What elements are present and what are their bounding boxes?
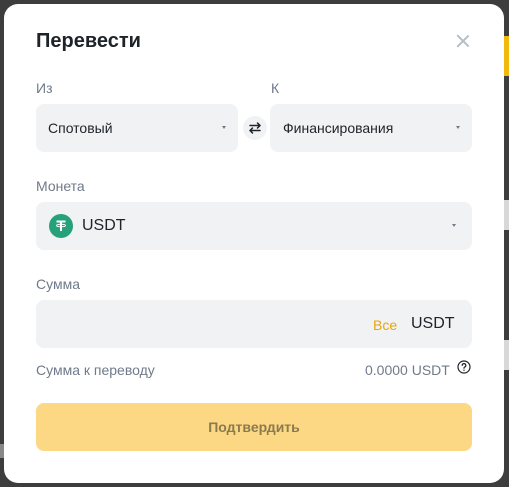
- amount-unit: USDT: [411, 315, 455, 332]
- coin-label: Монета: [36, 178, 85, 194]
- from-account-select[interactable]: Спотовый: [36, 104, 238, 152]
- max-button[interactable]: Все: [373, 317, 397, 333]
- amount-input[interactable]: [48, 310, 362, 340]
- chevron-down-icon: [452, 224, 456, 227]
- chevron-down-icon: [222, 126, 226, 129]
- transfer-modal: Перевести Из К Спотовый Финансирования М…: [4, 4, 504, 483]
- from-label: Из: [36, 80, 53, 96]
- transfer-amount-label: Сумма к переводу: [36, 362, 155, 378]
- swap-icon[interactable]: [243, 116, 267, 140]
- coin-select[interactable]: USDT: [36, 202, 472, 250]
- amount-field: Все USDT: [36, 300, 472, 348]
- to-account-select[interactable]: Финансирования: [270, 104, 472, 152]
- chevron-down-icon: [456, 126, 460, 129]
- close-icon[interactable]: [454, 32, 472, 50]
- to-account-value: Финансирования: [283, 120, 394, 136]
- question-circle-icon[interactable]: [457, 360, 471, 374]
- confirm-button[interactable]: Подтвердить: [36, 403, 472, 451]
- amount-label: Сумма: [36, 276, 80, 292]
- tether-icon: [49, 214, 73, 238]
- from-account-value: Спотовый: [48, 120, 113, 136]
- coin-value: USDT: [82, 217, 126, 234]
- to-label: К: [271, 80, 280, 96]
- modal-title: Перевести: [36, 30, 141, 52]
- transfer-amount-value: 0.0000 USDT: [365, 362, 450, 378]
